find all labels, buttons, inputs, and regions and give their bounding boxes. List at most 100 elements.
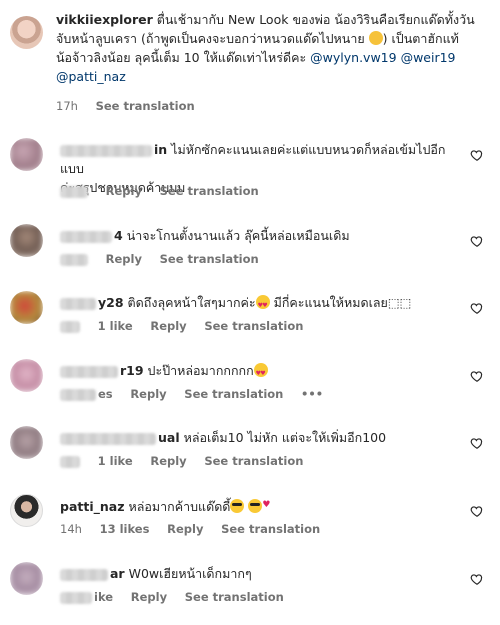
see-translation-button[interactable]: See translation (221, 522, 320, 536)
mention-link[interactable]: @patti_naz (56, 69, 126, 84)
caption-line-2: จับหน้าลูบเครา (ถ้าพูดเป็นคงจะบอกว่าหนวด… (56, 31, 365, 46)
commenter-username[interactable]: in (154, 142, 167, 157)
commenter-avatar[interactable] (10, 138, 43, 171)
post-caption: vikkiiexplorer ตื่นเช้ามากับ New Look ขอ… (10, 10, 490, 118)
comment-item: ual หล่อเต็ม10 ไม่หัก แต่จะให้เพิ่มอีก10… (10, 426, 490, 486)
commenter-username[interactable]: ual (158, 430, 180, 445)
mention-link[interactable]: @wylyn.vw19 (310, 50, 396, 65)
heart-eyes-emoji-icon (255, 295, 270, 315)
caption-text: vikkiiexplorer ตื่นเช้ามากับ New Look ขอ… (56, 10, 488, 86)
comment-item: y28 ติดถึงลุคหน้าใสๆมากค่ะ มีกี่คะแนนให้… (10, 291, 490, 351)
redacted-username (60, 365, 118, 378)
commenter-avatar[interactable] (10, 426, 43, 459)
commenter-avatar[interactable] (10, 562, 43, 595)
comment-meta: Reply See translation (60, 252, 273, 266)
redacted-time (60, 591, 92, 604)
likes-count[interactable]: ike (94, 590, 113, 604)
caption-line-2b: ) เป็นตาฮักแท้ (382, 31, 459, 46)
commenter-avatar[interactable] (10, 494, 43, 527)
comment-text: หล่อเต็ม10 ไม่หัก แต่จะให้เพิ่มอีก100 (183, 430, 387, 445)
comment-text: W0wเฮียหน้าเด็กมากๆ (128, 566, 252, 581)
heart-outline-icon[interactable] (470, 572, 484, 586)
caption-line-3: น้อจ้าวลิงน้อย ลุคนี้เต็ม 10 ให้แด๊ดเท่า… (56, 50, 307, 65)
redacted-username (60, 432, 156, 445)
reply-button[interactable]: Reply (131, 590, 167, 604)
heart-outline-icon[interactable] (470, 301, 484, 315)
redacted-time (60, 253, 88, 266)
comment-item: r19 ปะป๊าหล่อมากกกกก es Reply See transl… (10, 359, 490, 419)
redacted-username (60, 144, 152, 157)
likes-count[interactable]: es (98, 387, 113, 401)
grinning-emoji-icon (368, 31, 383, 45)
caption-meta: 17h See translation (56, 99, 209, 113)
redacted-time (60, 455, 80, 468)
heart-eyes-emoji-icon (253, 363, 268, 383)
comment-body: ual หล่อเต็ม10 ไม่หัก แต่จะให้เพิ่มอีก10… (60, 428, 460, 447)
comment-meta: ike Reply See translation (60, 590, 298, 604)
comment-item: in ไม่หักซักคะแนนเลยค่ะแต่แบบหนวดก็หล่อเ… (10, 138, 490, 198)
reply-button[interactable]: Reply (106, 252, 142, 266)
reply-button[interactable]: Reply (167, 522, 203, 536)
more-options-icon[interactable]: ••• (301, 387, 323, 401)
comment-text: ปะป๊าหล่อมากกกกก (147, 363, 254, 378)
likes-count[interactable]: 1 like (98, 319, 133, 333)
reply-button[interactable]: Reply (106, 184, 142, 198)
see-translation-button[interactable]: See translation (160, 252, 259, 266)
heart-outline-icon[interactable] (470, 369, 484, 383)
reply-button[interactable]: Reply (130, 387, 166, 401)
reply-button[interactable]: Reply (150, 454, 186, 468)
author-avatar[interactable] (10, 16, 43, 49)
redacted-username (60, 568, 108, 581)
commenter-username[interactable]: patti_naz (60, 499, 124, 514)
reply-button[interactable]: Reply (150, 319, 186, 333)
commenter-username[interactable]: ar (110, 566, 125, 581)
see-translation-button[interactable]: See translation (185, 590, 284, 604)
see-translation-button[interactable]: See translation (160, 184, 259, 198)
see-translation-button[interactable]: See translation (204, 454, 303, 468)
comment-meta: 14h 13 likes Reply See translation (60, 522, 334, 536)
likes-count[interactable]: 13 likes (100, 522, 150, 536)
sunglasses-emoji-icon (230, 499, 245, 513)
comment-meta: 1 like Reply See translation (60, 319, 317, 333)
comment-body: patti_naz หล่อมากค้าบแด๊ดดี้ ♥ (60, 496, 460, 516)
comment-time: 14h (60, 522, 82, 536)
see-translation-button[interactable]: See translation (96, 99, 195, 113)
redacted-time (60, 388, 96, 401)
comment-body: 4 น่าจะโกนตั้งนานแล้ว ลุ๊คนี้หล่อเหมือนเ… (60, 226, 460, 245)
redacted-username (60, 230, 112, 243)
comment-item: 4 น่าจะโกนตั้งนานแล้ว ลุ๊คนี้หล่อเหมือนเ… (10, 224, 490, 284)
comment-meta: Reply See translation (60, 184, 273, 198)
commenter-avatar[interactable] (10, 224, 43, 257)
comment-body: ar W0wเฮียหน้าเด็กมากๆ (60, 564, 460, 583)
likes-count[interactable]: 1 like (98, 454, 133, 468)
see-translation-button[interactable]: See translation (184, 387, 283, 401)
heart-outline-icon[interactable] (470, 234, 484, 248)
comment-item: ar W0wเฮียหน้าเด็กมากๆ ike Reply See tra… (10, 562, 490, 622)
comment-text: หล่อมากค้าบแด๊ดดี้ (128, 499, 231, 514)
heart-outline-icon[interactable] (470, 148, 484, 162)
commenter-username[interactable]: r19 (120, 363, 144, 378)
comment-text: ติดถึงลุคหน้าใสๆมากค่ะ (127, 295, 256, 310)
commenter-username[interactable]: y28 (98, 295, 124, 310)
redacted-time (60, 320, 80, 333)
mention-link[interactable]: @weir19 (401, 50, 456, 65)
heart-outline-icon[interactable] (470, 504, 484, 518)
comment-meta: es Reply See translation ••• (60, 387, 337, 401)
commenter-avatar[interactable] (10, 291, 43, 324)
author-username[interactable]: vikkiiexplorer (56, 12, 153, 27)
commenter-username[interactable]: 4 (114, 228, 123, 243)
caption-line-1: ตื่นเช้ามากับ New Look ของพ่อ น้องวิรินค… (156, 12, 475, 27)
sunglasses-emoji-icon (248, 499, 263, 513)
redacted-username (60, 297, 96, 310)
caption-time: 17h (56, 99, 78, 113)
comment-body: y28 ติดถึงลุคหน้าใสๆมากค่ะ มีกี่คะแนนให้… (60, 293, 460, 315)
comment-item: patti_naz หล่อมากค้าบแด๊ดดี้ ♥ 14h 13 li… (10, 494, 490, 554)
comment-text: น่าจะโกนตั้งนานแล้ว ลุ๊คนี้หล่อเหมือนเดิ… (126, 228, 350, 243)
heart-outline-icon[interactable] (470, 436, 484, 450)
heart-icon: ♥ (262, 500, 271, 510)
comment-body: r19 ปะป๊าหล่อมากกกกก (60, 361, 460, 383)
comment-text-after: มีกี่คะแนนให้หมดเลย⬚⬚ (273, 295, 412, 310)
commenter-avatar[interactable] (10, 359, 43, 392)
comment-meta: 1 like Reply See translation (60, 454, 317, 468)
see-translation-button[interactable]: See translation (204, 319, 303, 333)
